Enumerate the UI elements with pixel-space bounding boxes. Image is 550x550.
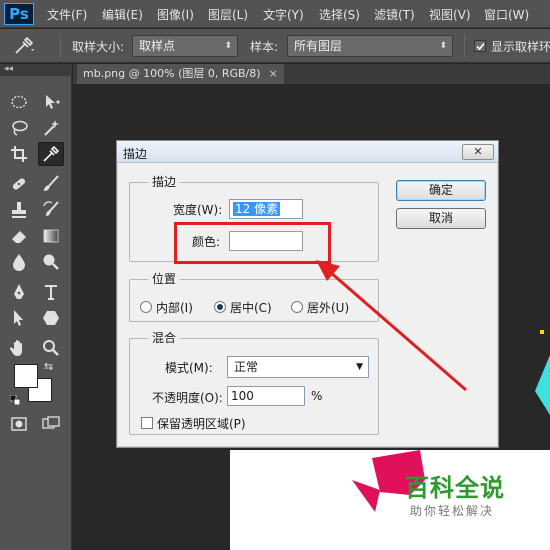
lasso-tool-icon[interactable] [6, 116, 32, 140]
path-selection-tool-icon[interactable] [6, 306, 32, 330]
eyedropper-preset-icon[interactable] [12, 34, 38, 61]
outside-radio[interactable] [291, 301, 303, 313]
watermark-subtitle: 助你轻松解决 [410, 504, 495, 518]
position-group: 位置 内部(I) 居中(C) 居外(U) [129, 271, 379, 322]
eyedropper-tool-icon[interactable] [38, 142, 64, 166]
blend-group-title: 混合 [148, 330, 181, 346]
menu-edit[interactable]: 编辑(E) [102, 6, 143, 23]
foreground-color-swatch[interactable] [14, 364, 38, 388]
crop-tool-icon[interactable] [6, 142, 32, 166]
collapse-panel-icon[interactable]: ◂◂ [0, 64, 72, 76]
history-brush-tool-icon[interactable] [38, 198, 64, 222]
close-icon[interactable]: ✕ [462, 144, 494, 160]
inside-label: 内部(I) [156, 301, 193, 315]
default-colors-icon[interactable] [9, 394, 21, 406]
gradient-tool-icon[interactable] [38, 224, 64, 248]
stroke-group-title: 描边 [148, 174, 181, 190]
sample-select[interactable]: 所有图层 ⬍ [287, 35, 453, 57]
tools-panel: ◂◂ ⇆ [0, 64, 72, 550]
pen-tool-icon[interactable] [6, 280, 32, 304]
opacity-input[interactable]: 100 [227, 386, 305, 406]
swap-colors-icon[interactable]: ⇆ [44, 360, 53, 373]
inside-radio[interactable] [140, 301, 152, 313]
spot-healing-tool-icon[interactable] [6, 172, 32, 196]
dodge-tool-icon[interactable] [38, 250, 64, 274]
sample-size-label: 取样大小: [72, 40, 125, 54]
move-tool-icon[interactable] [38, 90, 64, 114]
type-tool-icon[interactable] [38, 280, 64, 304]
menu-image[interactable]: 图像(I) [157, 6, 194, 23]
eraser-tool-icon[interactable] [6, 224, 32, 248]
opacity-unit: % [311, 389, 323, 403]
sample-value: 所有图层 [294, 39, 343, 53]
mode-select[interactable]: 正常 ▼ [227, 356, 369, 378]
opacity-value: 100 [231, 389, 254, 403]
mode-label: 模式(M): [165, 361, 213, 375]
width-label: 宽度(W): [173, 203, 223, 217]
ok-button[interactable]: 确定 [396, 180, 486, 201]
menu-layer[interactable]: 图层(L) [208, 6, 248, 23]
menu-type[interactable]: 文字(Y) [263, 6, 304, 23]
zoom-tool-icon[interactable] [38, 336, 64, 360]
chevron-down-icon: ▼ [356, 362, 363, 372]
cancel-button[interactable]: 取消 [396, 208, 486, 229]
clone-stamp-tool-icon[interactable] [6, 198, 32, 222]
chevron-updown-icon: ⬍ [224, 41, 232, 51]
magic-wand-tool-icon[interactable] [38, 116, 64, 140]
options-bar: 取样大小: 取样点 ⬍ 样本: 所有图层 ⬍ 显示取样环 [0, 29, 550, 63]
show-ring-label: 显示取样环 [491, 40, 550, 54]
sample-label: 样本: [250, 40, 279, 54]
blend-group: 混合 模式(M): 正常 ▼ 不透明度(O): 100 % 保留透明区域(P) [129, 330, 379, 435]
menu-bar: Ps 文件(F) 编辑(E) 图像(I) 图层(L) 文字(Y) 选择(S) 滤… [0, 0, 550, 28]
hand-tool-icon[interactable] [6, 336, 32, 360]
quick-mask-icon[interactable] [6, 412, 32, 436]
menu-select[interactable]: 选择(S) [319, 6, 360, 23]
document-tab[interactable]: mb.png @ 100% (图层 0, RGB/8) × [77, 64, 284, 84]
watermark-title: 百科全说 [405, 474, 505, 502]
app-logo[interactable]: Ps [4, 3, 34, 25]
brush-tool-icon[interactable] [38, 172, 64, 196]
mode-value: 正常 [234, 360, 259, 374]
center-radio[interactable] [214, 301, 226, 313]
sample-size-select[interactable]: 取样点 ⬍ [132, 35, 238, 57]
stroke-dialog: 描边 ✕ 描边 宽度(W): 12 像素 颜色: 确定 取消 位置 内部(I) … [116, 140, 499, 448]
menu-window[interactable]: 窗口(W) [484, 6, 529, 23]
screen-mode-icon[interactable] [38, 412, 64, 436]
dialog-title: 描边 [123, 147, 148, 161]
separator [60, 35, 61, 57]
menu-view[interactable]: 视图(V) [429, 6, 471, 23]
outside-label: 居外(U) [307, 301, 350, 315]
document-tab-bar: mb.png @ 100% (图层 0, RGB/8) × [73, 64, 550, 84]
document-tab-title: mb.png @ 100% (图层 0, RGB/8) [83, 67, 261, 80]
annotation-highlight-box [174, 222, 331, 264]
preserve-transparency-label: 保留透明区域(P) [157, 417, 246, 431]
preserve-transparency-checkbox[interactable] [141, 417, 153, 429]
close-icon[interactable]: × [269, 67, 278, 80]
position-group-title: 位置 [148, 271, 181, 287]
chevron-updown-icon: ⬍ [439, 41, 447, 51]
dialog-titlebar[interactable]: 描边 ✕ [117, 141, 498, 163]
menu-filter[interactable]: 滤镜(T) [374, 6, 415, 23]
shape-tool-icon[interactable] [38, 306, 64, 330]
marquee-tool-icon[interactable] [6, 90, 32, 114]
show-ring-checkbox[interactable] [474, 40, 486, 52]
menu-file[interactable]: 文件(F) [47, 6, 87, 23]
width-input[interactable]: 12 像素 [229, 199, 303, 219]
blur-tool-icon[interactable] [6, 250, 32, 274]
canvas-artwork-dot [540, 330, 544, 334]
sample-size-value: 取样点 [139, 39, 176, 53]
center-label: 居中(C) [230, 301, 272, 315]
width-value: 12 像素 [233, 202, 281, 216]
opacity-label: 不透明度(O): [152, 391, 223, 405]
separator [464, 35, 465, 57]
